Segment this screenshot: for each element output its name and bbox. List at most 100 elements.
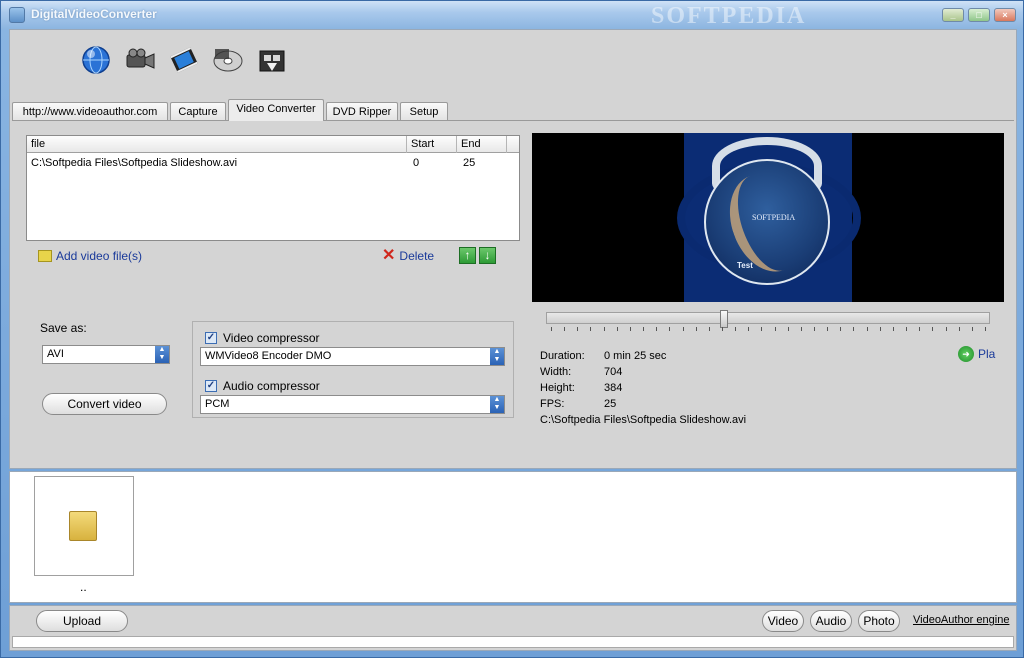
seek-tick <box>867 327 868 331</box>
seek-tick <box>722 327 723 331</box>
globe-icon[interactable] <box>78 42 114 78</box>
delete-label: Delete <box>399 249 435 263</box>
seek-tick <box>814 327 815 331</box>
maximize-icon: □ <box>976 10 982 20</box>
play-button[interactable]: ➜ Pla <box>958 346 995 362</box>
app-icon <box>9 7 25 23</box>
column-end[interactable]: End <box>457 136 507 153</box>
seek-tick <box>709 327 710 331</box>
title-bar[interactable]: DigitalVideoConverter SOFTPEDIA _ □ × <box>1 1 1023 29</box>
format-value: AVI <box>47 348 64 360</box>
audio-filter-button[interactable]: Audio <box>810 610 852 632</box>
seek-tick <box>683 327 684 331</box>
width-value: 704 <box>604 366 623 378</box>
seek-tick <box>959 327 960 331</box>
compressor-group: ✓ Video compressor WMVideo8 Encoder DMO … <box>192 321 514 418</box>
seek-tick <box>893 327 894 331</box>
close-button[interactable]: × <box>994 8 1016 22</box>
video-preview[interactable]: SOFTPEDIA Test <box>532 133 1004 302</box>
watermark: SOFTPEDIA <box>651 3 807 29</box>
seek-tick <box>617 327 618 331</box>
seek-tick <box>735 327 736 331</box>
seek-tick <box>932 327 933 331</box>
upload-button[interactable]: Upload <box>36 610 128 632</box>
seek-tick <box>775 327 776 331</box>
seek-slider[interactable] <box>546 310 990 331</box>
window-title: DigitalVideoConverter <box>31 7 157 21</box>
list-header: file Start End <box>27 136 519 153</box>
file-path-cell: C:\Softpedia Files\Softpedia Slideshow.a… <box>31 157 238 169</box>
column-start[interactable]: Start <box>407 136 457 153</box>
seek-thumb[interactable] <box>720 310 728 328</box>
seek-tick <box>801 327 802 331</box>
tab-videoauthor[interactable]: http://www.videoauthor.com <box>12 102 168 121</box>
file-browser-pane: .. <box>9 471 1017 603</box>
table-row[interactable]: C:\Softpedia Files\Softpedia Slideshow.a… <box>27 155 519 172</box>
save-as-label: Save as: <box>40 321 87 335</box>
video-compressor-checkbox[interactable]: ✓ <box>205 332 217 344</box>
audio-compressor-label: Audio compressor <box>223 379 320 393</box>
seek-tick <box>880 327 881 331</box>
seek-tick <box>788 327 789 331</box>
tab-video-converter[interactable]: Video Converter <box>228 99 324 121</box>
seek-tick <box>564 327 565 331</box>
tab-dvd-ripper[interactable]: DVD Ripper <box>326 102 398 121</box>
folder-thumbnail[interactable] <box>34 476 134 576</box>
seek-tick <box>748 327 749 331</box>
tab-setup[interactable]: Setup <box>400 102 448 121</box>
minimize-button[interactable]: _ <box>942 8 964 22</box>
audio-compressor-select[interactable]: PCM ▲ ▼ <box>200 395 505 414</box>
format-select[interactable]: AVI ▲ ▼ <box>42 345 170 364</box>
seek-tick <box>669 327 670 331</box>
seek-tick <box>577 327 578 331</box>
folder-caption: .. <box>80 580 87 594</box>
seek-tick <box>656 327 657 331</box>
dvd-icon[interactable] <box>210 42 246 78</box>
duration-value: 0 min 25 sec <box>604 350 667 362</box>
source-path: C:\Softpedia Files\Softpedia Slideshow.a… <box>540 414 747 426</box>
video-filter-button[interactable]: Video <box>762 610 804 632</box>
film-icon[interactable] <box>166 42 202 78</box>
seek-tick <box>972 327 973 331</box>
film-reel-icon[interactable] <box>254 42 290 78</box>
bottom-bar: Upload Video Audio Photo VideoAuthor eng… <box>9 605 1017 651</box>
height-value: 384 <box>604 382 623 394</box>
photo-filter-button[interactable]: Photo <box>858 610 900 632</box>
seek-tick <box>643 327 644 331</box>
tab-capture[interactable]: Capture <box>170 102 226 121</box>
camcorder-icon[interactable] <box>122 42 158 78</box>
video-compressor-select[interactable]: WMVideo8 Encoder DMO ▲ ▼ <box>200 347 505 366</box>
main-panel: http://www.videoauthor.com Capture Video… <box>9 29 1017 469</box>
seek-tick <box>840 327 841 331</box>
seek-tick <box>946 327 947 331</box>
column-file[interactable]: file <box>27 136 407 153</box>
audio-compressor-value: PCM <box>205 398 230 410</box>
move-up-button[interactable]: ↑ <box>459 247 476 264</box>
videoauthor-engine-link[interactable]: VideoAuthor engine <box>913 614 1009 626</box>
file-list[interactable]: file Start End C:\Softpedia Files\Softpe… <box>26 135 520 241</box>
seek-tick <box>906 327 907 331</box>
height-label: Height: <box>540 382 575 394</box>
convert-video-button[interactable]: Convert video <box>42 393 167 415</box>
play-icon: ➜ <box>958 346 974 362</box>
spinner-arrows-icon[interactable]: ▲ ▼ <box>490 396 504 413</box>
spinner-arrows-icon[interactable]: ▲ ▼ <box>490 348 504 365</box>
seek-tick <box>630 327 631 331</box>
move-down-button[interactable]: ↓ <box>479 247 496 264</box>
delete-button[interactable]: ✕ Delete <box>382 247 435 264</box>
video-compressor-value: WMVideo8 Encoder DMO <box>205 350 332 362</box>
minimize-icon: _ <box>950 10 956 20</box>
maximize-button[interactable]: □ <box>968 8 990 22</box>
fps-value: 25 <box>604 398 617 410</box>
play-label: Pla <box>978 347 996 361</box>
app-window: DigitalVideoConverter SOFTPEDIA _ □ × ht <box>0 0 1024 658</box>
delete-icon: ✕ <box>382 247 396 264</box>
add-video-button[interactable]: Add video file(s) <box>38 249 142 263</box>
seek-tick <box>761 327 762 331</box>
status-bar <box>12 636 1014 648</box>
seek-tick <box>853 327 854 331</box>
seek-tick <box>551 327 552 331</box>
seek-tick <box>604 327 605 331</box>
spinner-arrows-icon[interactable]: ▲ ▼ <box>155 346 169 363</box>
audio-compressor-checkbox[interactable]: ✓ <box>205 380 217 392</box>
